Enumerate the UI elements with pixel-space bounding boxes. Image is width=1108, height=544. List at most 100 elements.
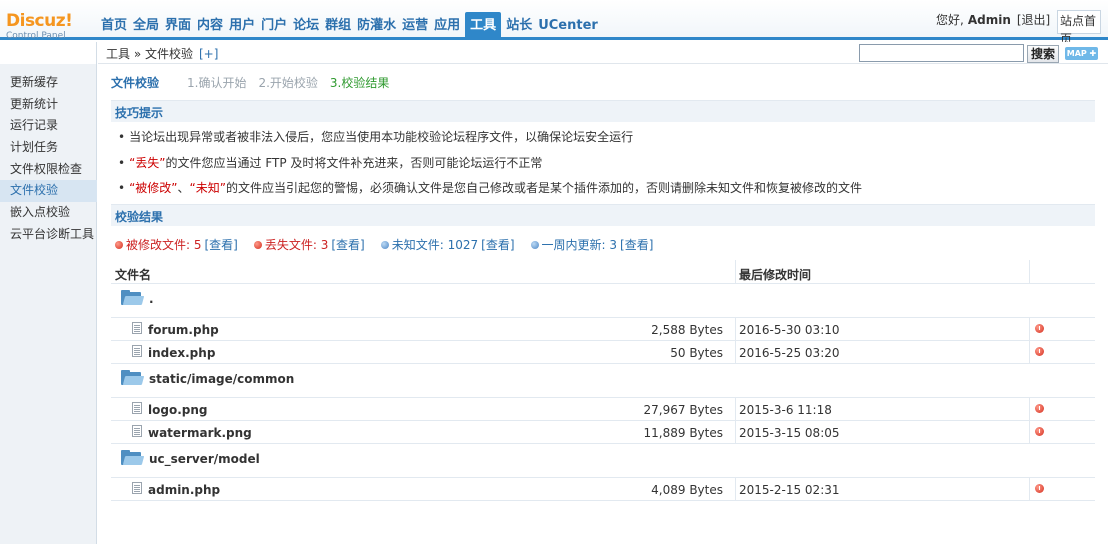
sidebar-item-cron[interactable]: 计划任务 bbox=[0, 137, 97, 159]
sidebar-item-cloud-diag[interactable]: 云平台诊断工具 bbox=[0, 224, 97, 246]
main-content: 文件校验 1.确认开始 2.开始校验 3.校验结果 技巧提示 • 当论坛出现异常或… bbox=[98, 64, 1108, 544]
modified-warning-icon bbox=[1035, 484, 1044, 493]
tip-unknown-label: “未知” bbox=[189, 181, 226, 195]
sidebar-item-file-perms[interactable]: 文件权限检查 bbox=[0, 159, 97, 181]
user-bar: 您好, Admin [退出] bbox=[936, 12, 1050, 28]
clock-icon bbox=[530, 240, 539, 249]
file-time: 2015-3-6 11:18 bbox=[739, 403, 832, 417]
tab-file-check[interactable]: 文件校验 bbox=[111, 74, 159, 91]
view-unknown-link[interactable]: [查看] bbox=[481, 236, 514, 253]
nav-tools[interactable]: 工具 bbox=[465, 12, 502, 39]
nav-webmaster[interactable]: 站长 bbox=[503, 12, 535, 39]
divider bbox=[735, 318, 736, 340]
nav-forum[interactable]: 论坛 bbox=[290, 12, 322, 39]
tip-sep: 、 bbox=[177, 181, 190, 195]
file-name: index.php bbox=[148, 346, 216, 360]
file-time: 2015-3-15 08:05 bbox=[739, 426, 840, 440]
bullet: • bbox=[118, 181, 126, 195]
view-modified-link[interactable]: [查看] bbox=[205, 236, 238, 253]
minus-icon bbox=[253, 240, 262, 249]
tip-modified-label: “被修改” bbox=[129, 181, 178, 195]
site-home-button[interactable]: 站点首页 bbox=[1057, 10, 1101, 46]
folder-icon bbox=[121, 290, 145, 305]
nav-ucenter[interactable]: UCenter bbox=[535, 12, 601, 39]
col-filename: 文件名 bbox=[115, 268, 152, 282]
nav-portal[interactable]: 门户 bbox=[258, 12, 290, 39]
folder-row: uc_server/model bbox=[111, 444, 1095, 478]
sidebar-item-hook-check[interactable]: 嵌入点校验 bbox=[0, 202, 97, 224]
file-time: 2016-5-25 03:20 bbox=[739, 346, 840, 360]
sidebar-item-update-stats[interactable]: 更新统计 bbox=[0, 94, 97, 116]
divider bbox=[735, 421, 736, 443]
table-row: forum.php 2,588 Bytes 2016-5-30 03:10 bbox=[111, 318, 1095, 341]
add-shortcut-link[interactable]: [+] bbox=[199, 47, 218, 61]
greeting: 您好, bbox=[936, 13, 964, 27]
divider bbox=[735, 398, 736, 420]
tip-line-3: • “被修改”、“未知”的文件应当引起您的警惕，必须确认文件是您自己修改或者是某个… bbox=[118, 179, 862, 196]
bullet: • bbox=[118, 156, 126, 170]
search-input[interactable] bbox=[859, 44, 1024, 62]
tip-line-2: • “丢失”的文件您应当通过 FTP 及时将文件补充进来，否则可能论坛运行不正常 bbox=[118, 154, 542, 171]
divider bbox=[1029, 260, 1030, 283]
tips-section-header: 技巧提示 bbox=[111, 100, 1095, 122]
file-name: admin.php bbox=[148, 483, 221, 497]
tip-line-1: • 当论坛出现异常或者被非法入侵后，您应当使用本功能校验论坛程序文件，以确保论坛安… bbox=[118, 128, 633, 145]
nav-home[interactable]: 首页 bbox=[98, 12, 130, 39]
divider bbox=[735, 260, 736, 283]
logo-sub: Control Panel bbox=[6, 31, 66, 41]
view-missing-link[interactable]: [查看] bbox=[331, 236, 364, 253]
folder-row: static/image/common bbox=[111, 364, 1095, 398]
top-nav: 首页 全局 界面 内容 用户 门户 论坛 群组 防灌水 运营 应用 工具 站长 … bbox=[98, 12, 601, 39]
file-name: watermark.png bbox=[148, 426, 252, 440]
file-time: 2015-2-15 02:31 bbox=[739, 483, 840, 497]
nav-apps[interactable]: 应用 bbox=[431, 12, 463, 39]
col-modified-time: 最后修改时间 bbox=[739, 268, 812, 282]
breadcrumb: 工具 » 文件校验 [+] bbox=[106, 45, 218, 62]
nav-antispam[interactable]: 防灌水 bbox=[354, 12, 399, 39]
tip-text-3: 的文件应当引起您的警惕，必须确认文件是您自己修改或者是某个插件添加的，否则请删除… bbox=[225, 181, 862, 195]
search-button[interactable]: 搜索 bbox=[1027, 45, 1059, 63]
tips-title: 技巧提示 bbox=[115, 106, 164, 120]
sidebar-item-update-cache[interactable]: 更新缓存 bbox=[0, 72, 97, 94]
modified-warning-icon bbox=[1035, 404, 1044, 413]
nav-global[interactable]: 全局 bbox=[130, 12, 162, 39]
nav-content[interactable]: 内容 bbox=[194, 12, 226, 39]
table-row: logo.png 27,967 Bytes 2015-3-6 11:18 bbox=[111, 398, 1095, 421]
folder-icon bbox=[121, 450, 145, 465]
map-button[interactable]: MAP ✚ bbox=[1065, 47, 1098, 60]
file-table: 文件名 最后修改时间 . forum.php 2,588 Bytes 2016-… bbox=[111, 260, 1095, 501]
table-row: index.php 50 Bytes 2016-5-25 03:20 bbox=[111, 341, 1095, 364]
file-size: 4,089 Bytes bbox=[651, 483, 723, 497]
step-confirm: 1.确认开始 bbox=[187, 76, 247, 90]
sidebar: 更新缓存 更新统计 运行记录 计划任务 文件权限检查 文件校验 嵌入点校验 云平… bbox=[0, 42, 97, 544]
file-name: forum.php bbox=[148, 323, 219, 337]
sidebar-menu: 更新缓存 更新统计 运行记录 计划任务 文件权限检查 文件校验 嵌入点校验 云平… bbox=[0, 72, 97, 246]
logout-link[interactable]: [退出] bbox=[1017, 12, 1050, 28]
folder-icon bbox=[121, 370, 145, 385]
folder-name: . bbox=[149, 292, 154, 306]
divider bbox=[1029, 421, 1030, 443]
sidebar-item-run-log[interactable]: 运行记录 bbox=[0, 115, 97, 137]
modified-warning-icon bbox=[1035, 347, 1044, 356]
step-tabs: 文件校验 1.确认开始 2.开始校验 3.校验结果 bbox=[111, 74, 401, 91]
divider bbox=[1029, 341, 1030, 363]
file-time: 2016-5-30 03:10 bbox=[739, 323, 840, 337]
stat-modified: 被修改文件: 5 [查看] bbox=[115, 236, 238, 253]
divider bbox=[735, 478, 736, 500]
discuz-logo[interactable]: Discuz! Control Panel bbox=[6, 12, 86, 41]
stat-modified-label: 被修改文件: 5 bbox=[126, 238, 202, 252]
nav-interface[interactable]: 界面 bbox=[162, 12, 194, 39]
nav-operation[interactable]: 运营 bbox=[399, 12, 431, 39]
view-week-link[interactable]: [查看] bbox=[620, 236, 653, 253]
nav-users[interactable]: 用户 bbox=[226, 12, 258, 39]
results-section-header: 校验结果 bbox=[111, 204, 1095, 226]
username: Admin bbox=[967, 13, 1011, 27]
table-row: watermark.png 11,889 Bytes 2015-3-15 08:… bbox=[111, 421, 1095, 444]
sidebar-item-file-check[interactable]: 文件校验 bbox=[0, 180, 97, 203]
file-size: 27,967 Bytes bbox=[643, 403, 723, 417]
table-row: admin.php 4,089 Bytes 2015-2-15 02:31 bbox=[111, 478, 1095, 501]
nav-groups[interactable]: 群组 bbox=[322, 12, 354, 39]
file-icon bbox=[132, 482, 142, 494]
tip-text-1: 当论坛出现异常或者被非法入侵后，您应当使用本功能校验论坛程序文件，以确保论坛安全… bbox=[129, 130, 634, 144]
file-icon bbox=[132, 425, 142, 437]
